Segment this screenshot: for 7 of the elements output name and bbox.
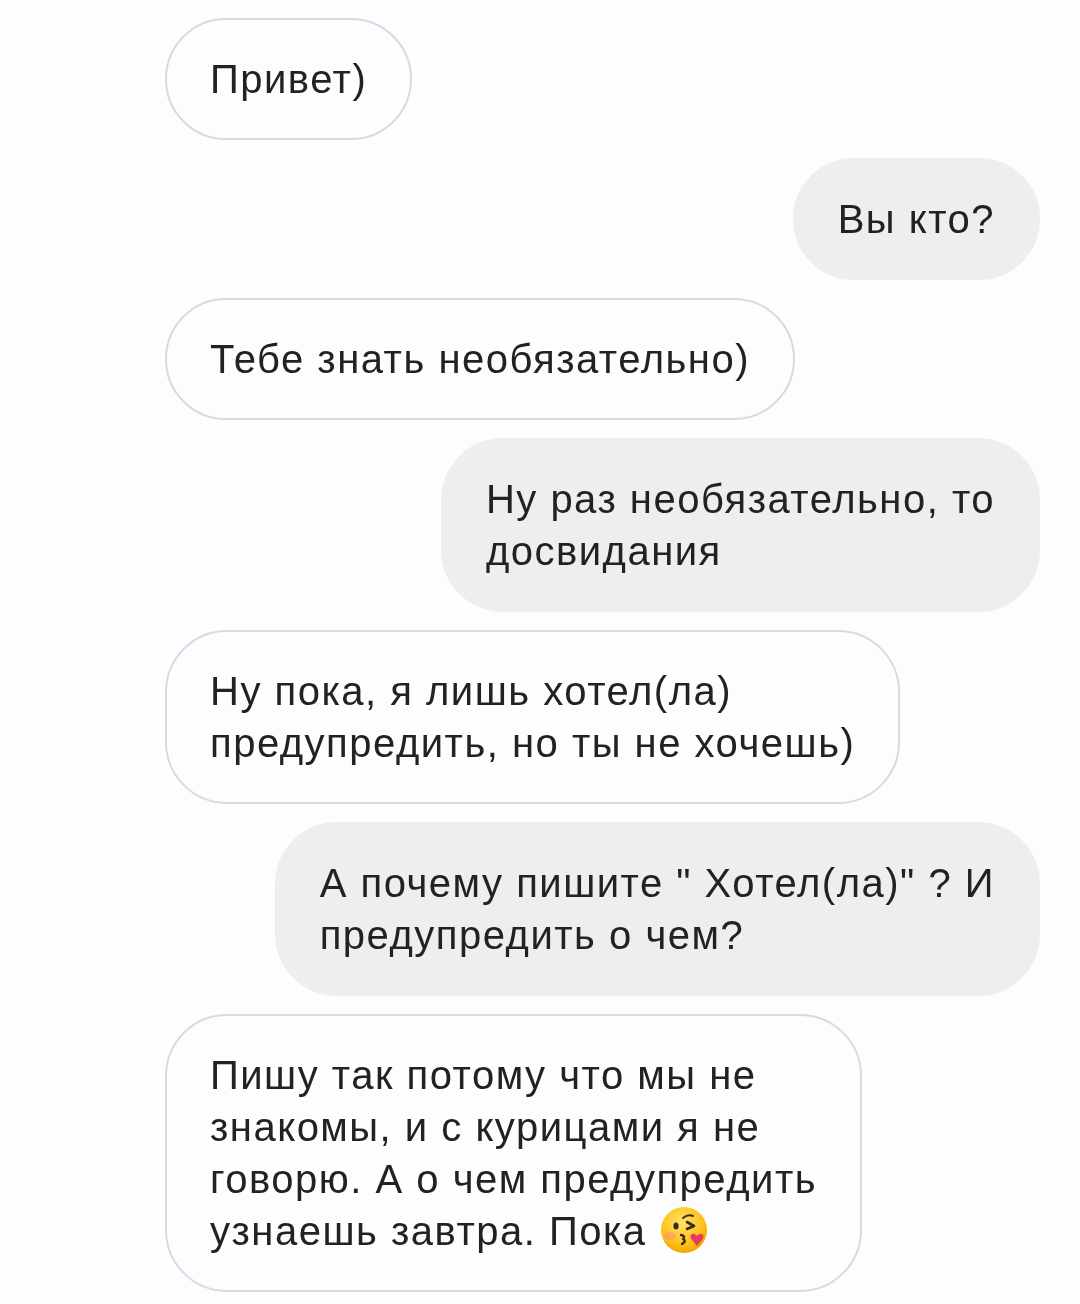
message-text: Ну пока, я лишь хотел(ла) предупредить, но ты не хочешь) xyxy=(210,669,856,765)
message-text: Ну раз необязательно, то досвидания xyxy=(485,477,995,573)
message-text: Вы кто? xyxy=(837,197,995,241)
message-text: Привет) xyxy=(210,57,368,101)
message-text: Тебе знать необязательно) xyxy=(210,337,750,381)
message-text: Пишу так потому что мы не знакомы, и с курицами я не говорю. А о чем предупредить узнаешь завтра. Пока xyxy=(210,1053,818,1253)
message-text: А почему пишите " Хотел(ла)" ? И предупредить о чем? xyxy=(319,861,995,957)
